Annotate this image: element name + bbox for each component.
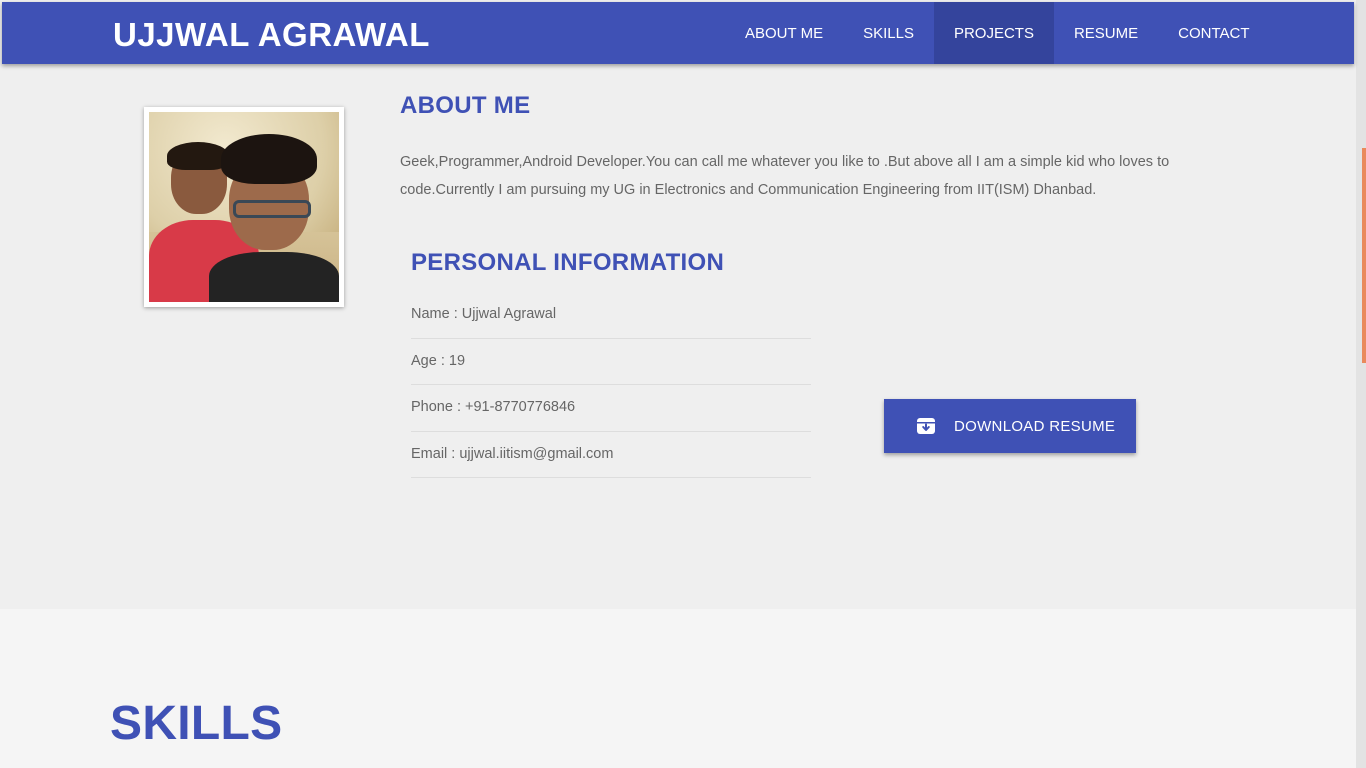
nav-item-contact[interactable]: CONTACT bbox=[1158, 2, 1269, 64]
nav-menu: ABOUT ME SKILLS PROJECTS RESUME CONTACT bbox=[725, 2, 1270, 64]
profile-photo-frame bbox=[144, 107, 344, 307]
nav-item-about-me[interactable]: ABOUT ME bbox=[725, 2, 843, 64]
brand-logo[interactable]: UJJWAL AGRAWAL bbox=[113, 16, 430, 54]
nav-item-resume[interactable]: RESUME bbox=[1054, 2, 1158, 64]
info-age: Age : 19 bbox=[411, 339, 811, 385]
personal-info-list: Name : Ujjwal Agrawal Age : 19 Phone : +… bbox=[411, 292, 811, 478]
skills-section: SKILLS bbox=[0, 609, 1356, 768]
about-title: ABOUT ME bbox=[400, 92, 531, 119]
navbar: UJJWAL AGRAWAL ABOUT ME SKILLS PROJECTS … bbox=[2, 2, 1354, 64]
download-resume-label: DOWNLOAD RESUME bbox=[954, 417, 1116, 435]
about-description: Geek,Programmer,Android Developer.You ca… bbox=[400, 154, 1170, 198]
nav-item-skills[interactable]: SKILLS bbox=[843, 2, 934, 64]
nav-item-projects[interactable]: PROJECTS bbox=[933, 2, 1054, 64]
archive-download-icon bbox=[916, 416, 936, 436]
page-scrollbar[interactable] bbox=[1356, 0, 1366, 768]
download-resume-button[interactable]: DOWNLOAD RESUME bbox=[884, 399, 1136, 453]
profile-photo bbox=[149, 112, 339, 302]
info-phone: Phone : +91-8770776846 bbox=[411, 385, 811, 432]
info-name: Name : Ujjwal Agrawal bbox=[411, 292, 811, 339]
skills-title: SKILLS bbox=[110, 697, 283, 750]
personal-info-title: PERSONAL INFORMATION bbox=[411, 249, 725, 276]
scrollbar-thumb[interactable] bbox=[1362, 148, 1366, 363]
info-email: Email : ujjwal.iitism@gmail.com bbox=[411, 432, 811, 478]
page: UJJWAL AGRAWAL ABOUT ME SKILLS PROJECTS … bbox=[0, 0, 1366, 768]
about-section: ABOUT ME Geek,Programmer,Android Develop… bbox=[0, 64, 1356, 609]
